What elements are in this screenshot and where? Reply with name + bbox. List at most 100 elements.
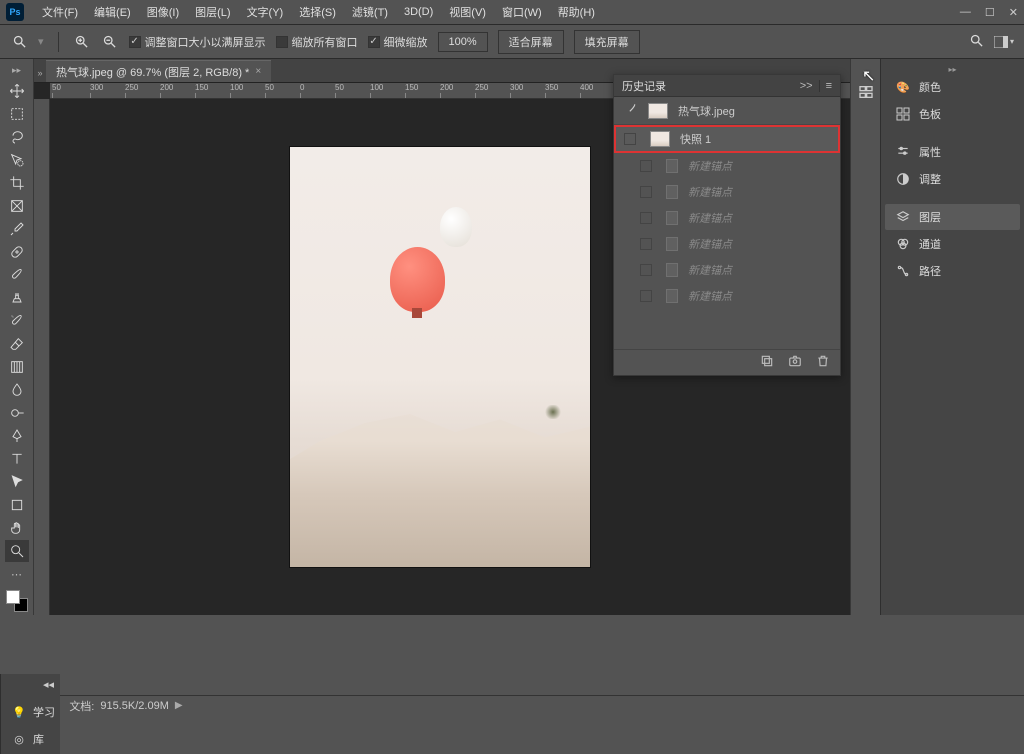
panel-library[interactable]: ◎库: [5, 726, 56, 752]
history-anchor-row[interactable]: 新建锚点: [614, 179, 840, 205]
delete-state-icon[interactable]: [816, 354, 830, 371]
fit-screen-button[interactable]: 适合屏幕: [498, 30, 564, 54]
gradient-tool[interactable]: [5, 356, 29, 378]
history-anchor-row[interactable]: 新建锚点: [614, 283, 840, 309]
panel-properties[interactable]: 属性: [885, 139, 1020, 165]
status-bar: 69.74% 文档: 915.5K/2.09M ▶: [0, 695, 1024, 715]
canvas-image[interactable]: [290, 147, 590, 567]
panel-collapse-icon[interactable]: ▸▸: [881, 65, 1024, 73]
panel-channels[interactable]: 通道: [885, 231, 1020, 257]
panel-toggle-icon[interactable]: »: [34, 68, 46, 78]
opt-scrubby-zoom[interactable]: 细微缩放: [368, 34, 428, 50]
history-snapshot-row[interactable]: 快照 1: [614, 125, 840, 153]
history-check[interactable]: [640, 186, 652, 198]
new-doc-from-state-icon[interactable]: [760, 354, 774, 371]
strip-toggle-icon[interactable]: »: [863, 67, 868, 77]
hand-tool[interactable]: [5, 517, 29, 539]
menu-layer[interactable]: 图层(L): [187, 4, 238, 20]
menu-image[interactable]: 图像(I): [139, 4, 187, 20]
eraser-tool[interactable]: [5, 333, 29, 355]
healing-tool[interactable]: [5, 241, 29, 263]
pen-tool[interactable]: [5, 425, 29, 447]
history-source-row[interactable]: 热气球.jpeg: [614, 97, 840, 125]
zoom-tool[interactable]: [5, 540, 29, 562]
options-bar: ▾ 调整窗口大小以满屏显示 缩放所有窗口 细微缩放 100% 适合屏幕 填充屏幕…: [0, 25, 1024, 59]
panel-learn[interactable]: 💡学习: [5, 699, 56, 725]
circle-half-icon: [895, 171, 911, 187]
search-icon[interactable]: [969, 33, 984, 51]
panel-menu-icon[interactable]: ≡: [826, 80, 832, 92]
type-tool[interactable]: [5, 448, 29, 470]
menu-window[interactable]: 窗口(W): [494, 4, 550, 20]
color-swatches[interactable]: [6, 590, 28, 612]
menu-file[interactable]: 文件(F): [34, 4, 86, 20]
document-tab[interactable]: 热气球.jpeg @ 69.7% (图层 2, RGB/8) * ×: [46, 60, 271, 82]
eyedropper-tool[interactable]: [5, 218, 29, 240]
history-anchor-row[interactable]: 新建锚点: [614, 205, 840, 231]
current-tool-icon[interactable]: [10, 33, 28, 51]
right-panel-group: ▸▸ 🎨颜色 色板 属性 调整 图层 通道 路径: [880, 59, 1024, 615]
opt-scale-all[interactable]: 缩放所有窗口: [276, 34, 358, 50]
quick-select-tool[interactable]: [5, 149, 29, 171]
panel-layers[interactable]: 图层: [885, 204, 1020, 230]
panel-paths[interactable]: 路径: [885, 258, 1020, 284]
history-brush-tool[interactable]: [5, 310, 29, 332]
window-minimize-icon[interactable]: —: [960, 6, 971, 19]
opt-fit-window[interactable]: 调整窗口大小以满屏显示: [129, 34, 266, 50]
anchor-label: 新建锚点: [688, 210, 732, 226]
window-close-icon[interactable]: ✕: [1009, 6, 1018, 19]
history-check[interactable]: [640, 160, 652, 172]
channels-icon: [895, 236, 911, 252]
panel-adjust[interactable]: 调整: [885, 166, 1020, 192]
crop-tool[interactable]: [5, 172, 29, 194]
history-panel-header[interactable]: 历史记录 >>≡: [614, 75, 840, 97]
window-maximize-icon[interactable]: ☐: [985, 6, 995, 19]
panel-collapse-chevron-icon[interactable]: >>: [800, 80, 813, 92]
menu-select[interactable]: 选择(S): [291, 4, 344, 20]
lasso-tool[interactable]: [5, 126, 29, 148]
zoom-out-icon[interactable]: [101, 33, 119, 51]
history-check[interactable]: [640, 290, 652, 302]
history-check[interactable]: [640, 264, 652, 276]
history-anchor-row[interactable]: 新建锚点: [614, 153, 840, 179]
shape-tool[interactable]: [5, 494, 29, 516]
menu-help[interactable]: 帮助(H): [550, 4, 603, 20]
palette-icon: 🎨: [895, 79, 911, 95]
tools-panel: ▸▸ ⋯: [0, 59, 34, 615]
workspace-switcher-icon[interactable]: ▾: [994, 36, 1014, 48]
panel2-collapse-icon[interactable]: ◂◂: [43, 678, 54, 691]
sliders-icon: [895, 144, 911, 160]
path-select-tool[interactable]: [5, 471, 29, 493]
menu-filter[interactable]: 滤镜(T): [344, 4, 396, 20]
menu-type[interactable]: 文字(Y): [239, 4, 292, 20]
brush-tool[interactable]: [5, 264, 29, 286]
close-tab-icon[interactable]: ×: [255, 66, 261, 77]
history-check[interactable]: [640, 212, 652, 224]
zoom-in-icon[interactable]: [73, 33, 91, 51]
history-anchor-row[interactable]: 新建锚点: [614, 231, 840, 257]
status-menu-icon[interactable]: ▶: [175, 700, 183, 711]
history-panel-icon[interactable]: [855, 81, 877, 103]
toolbar-toggle-icon[interactable]: ▸▸: [12, 65, 21, 76]
dodge-tool[interactable]: [5, 402, 29, 424]
history-thumb: [648, 103, 668, 119]
history-anchor-row[interactable]: 新建锚点: [614, 257, 840, 283]
history-check[interactable]: [640, 238, 652, 250]
menu-view[interactable]: 视图(V): [441, 4, 494, 20]
panel-color[interactable]: 🎨颜色: [885, 74, 1020, 100]
panel-swatches[interactable]: 色板: [885, 101, 1020, 127]
new-snapshot-icon[interactable]: [788, 354, 802, 371]
move-tool[interactable]: [5, 80, 29, 102]
fill-screen-button[interactable]: 填充屏幕: [574, 30, 640, 54]
frame-tool[interactable]: [5, 195, 29, 217]
zoom-100-button[interactable]: 100%: [438, 32, 488, 52]
history-check[interactable]: [624, 133, 636, 145]
blur-tool[interactable]: [5, 379, 29, 401]
history-source-label: 热气球.jpeg: [678, 103, 735, 119]
menu-3d[interactable]: 3D(D): [396, 6, 441, 18]
edit-toolbar-icon[interactable]: ⋯: [5, 563, 29, 585]
menu-edit[interactable]: 编辑(E): [86, 4, 139, 20]
document-tab-label: 热气球.jpeg @ 69.7% (图层 2, RGB/8) *: [56, 64, 249, 80]
marquee-tool[interactable]: [5, 103, 29, 125]
clone-stamp-tool[interactable]: [5, 287, 29, 309]
